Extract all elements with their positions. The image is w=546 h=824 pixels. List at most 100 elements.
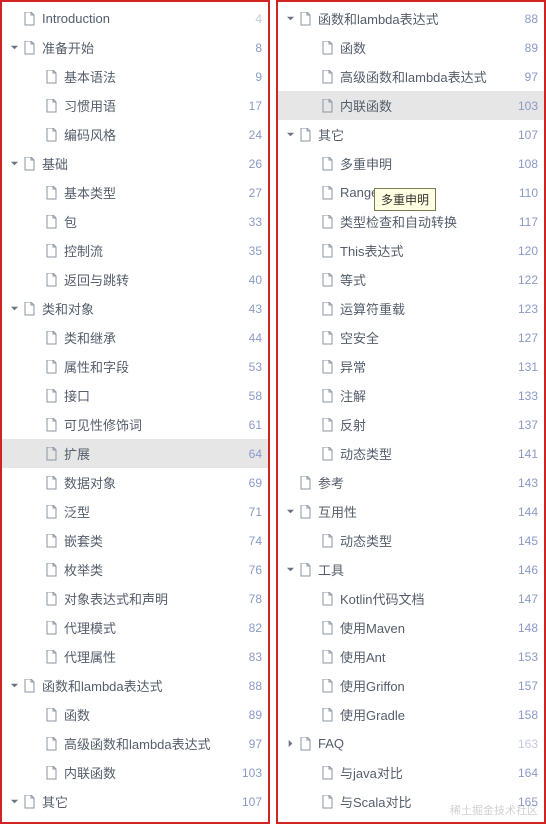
toc-row[interactable]: 准备开始8 bbox=[2, 33, 268, 62]
toc-label: 动态类型 bbox=[340, 444, 510, 463]
toc-row[interactable]: 返回与跳转40 bbox=[2, 265, 268, 294]
arrow-spacer bbox=[284, 477, 296, 489]
toc-row[interactable]: 多重申明108 bbox=[278, 149, 544, 178]
toc-label: 反射 bbox=[340, 415, 510, 434]
toc-row[interactable]: 包33 bbox=[2, 207, 268, 236]
page-icon bbox=[320, 98, 334, 114]
toc-row[interactable]: 嵌套类74 bbox=[2, 526, 268, 555]
page-number: 103 bbox=[234, 766, 262, 780]
toc-row[interactable]: 属性和字段53 bbox=[2, 352, 268, 381]
toc-row[interactable]: 动态类型145 bbox=[278, 526, 544, 555]
page-number: 33 bbox=[241, 215, 262, 229]
toc-row[interactable]: Introduction4 bbox=[2, 4, 268, 33]
toc-row[interactable]: 高级函数和lambda表达式97 bbox=[278, 62, 544, 91]
toc-row[interactable]: 函数89 bbox=[2, 700, 268, 729]
toc-row[interactable]: 异常131 bbox=[278, 352, 544, 381]
toc-row[interactable]: 可见性修饰词61 bbox=[2, 410, 268, 439]
toc-row[interactable]: 高级函数和lambda表达式97 bbox=[2, 729, 268, 758]
toc-label: 高级函数和lambda表达式 bbox=[64, 734, 241, 753]
toc-label: 其它 bbox=[42, 792, 234, 811]
page-number: 58 bbox=[241, 389, 262, 403]
toc-row[interactable]: 习惯用语17 bbox=[2, 91, 268, 120]
chevron-down-icon[interactable] bbox=[284, 13, 296, 25]
toc-row[interactable]: 与Scala对比165 bbox=[278, 787, 544, 816]
page-icon bbox=[298, 127, 312, 143]
toc-row[interactable]: 枚举类76 bbox=[2, 555, 268, 584]
toc-row[interactable]: 内联函数103 bbox=[278, 91, 544, 120]
chevron-down-icon[interactable] bbox=[8, 158, 20, 170]
page-number: 143 bbox=[510, 476, 538, 490]
toc-row[interactable]: 接口58 bbox=[2, 381, 268, 410]
toc-row[interactable]: 基础26 bbox=[2, 149, 268, 178]
page-number: 78 bbox=[241, 592, 262, 606]
arrow-spacer bbox=[30, 535, 42, 547]
tooltip: 多重申明 bbox=[374, 188, 436, 211]
toc-row[interactable]: 使用Ant153 bbox=[278, 642, 544, 671]
toc-row[interactable]: Kotlin代码文档147 bbox=[278, 584, 544, 613]
chevron-down-icon[interactable] bbox=[284, 129, 296, 141]
page-icon bbox=[44, 359, 58, 375]
toc-row[interactable]: 代理属性83 bbox=[2, 642, 268, 671]
chevron-down-icon[interactable] bbox=[8, 42, 20, 54]
toc-row[interactable]: 编码风格24 bbox=[2, 120, 268, 149]
toc-row[interactable]: 代理模式82 bbox=[2, 613, 268, 642]
toc-label: 高级函数和lambda表达式 bbox=[340, 67, 517, 86]
page-icon bbox=[44, 330, 58, 346]
toc-row[interactable]: 反射137 bbox=[278, 410, 544, 439]
toc-row[interactable]: 类和对象43 bbox=[2, 294, 268, 323]
chevron-down-icon[interactable] bbox=[8, 303, 20, 315]
chevron-down-icon[interactable] bbox=[284, 506, 296, 518]
toc-row[interactable]: 泛型71 bbox=[2, 497, 268, 526]
page-icon bbox=[320, 678, 334, 694]
toc-row[interactable]: 使用Gradle158 bbox=[278, 700, 544, 729]
page-icon bbox=[44, 98, 58, 114]
page-icon bbox=[44, 533, 58, 549]
page-number: 88 bbox=[517, 12, 538, 26]
toc-row[interactable]: 函数89 bbox=[278, 33, 544, 62]
toc-row[interactable]: 类和继承44 bbox=[2, 323, 268, 352]
toc-row[interactable]: 类型检查和自动转换117 bbox=[278, 207, 544, 236]
page-icon bbox=[298, 11, 312, 27]
toc-row[interactable]: 使用Maven148 bbox=[278, 613, 544, 642]
page-icon bbox=[320, 417, 334, 433]
page-number: 108 bbox=[510, 157, 538, 171]
toc-row[interactable]: 内联函数103 bbox=[2, 758, 268, 787]
toc-label: 泛型 bbox=[64, 502, 241, 521]
chevron-down-icon[interactable] bbox=[284, 564, 296, 576]
toc-row[interactable]: 其它107 bbox=[2, 787, 268, 816]
toc-row[interactable]: 使用Griffon157 bbox=[278, 671, 544, 700]
toc-row[interactable]: 基本类型27 bbox=[2, 178, 268, 207]
toc-row[interactable]: 空安全127 bbox=[278, 323, 544, 352]
toc-row[interactable]: FAQ163 bbox=[278, 729, 544, 758]
toc-row[interactable]: 等式122 bbox=[278, 265, 544, 294]
toc-row[interactable]: 基本语法9 bbox=[2, 62, 268, 91]
chevron-down-icon[interactable] bbox=[8, 796, 20, 808]
toc-row[interactable]: 数据对象69 bbox=[2, 468, 268, 497]
toc-row[interactable]: 工具146 bbox=[278, 555, 544, 584]
page-icon bbox=[320, 591, 334, 607]
toc-row[interactable]: 函数和lambda表达式88 bbox=[278, 4, 544, 33]
toc-row[interactable]: 互用性144 bbox=[278, 497, 544, 526]
arrow-spacer bbox=[30, 390, 42, 402]
page-number: 123 bbox=[510, 302, 538, 316]
toc-row[interactable]: 与java对比164 bbox=[278, 758, 544, 787]
page-number: 17 bbox=[241, 99, 262, 113]
toc-row[interactable]: 参考143 bbox=[278, 468, 544, 497]
page-number: 127 bbox=[510, 331, 538, 345]
toc-row[interactable]: 对象表达式和声明78 bbox=[2, 584, 268, 613]
toc-row[interactable]: 扩展64 bbox=[2, 439, 268, 468]
toc-label: 互用性 bbox=[318, 502, 510, 521]
toc-row[interactable]: 其它107 bbox=[278, 120, 544, 149]
toc-row[interactable]: 函数和lambda表达式88 bbox=[2, 671, 268, 700]
toc-row[interactable]: This表达式120 bbox=[278, 236, 544, 265]
toc-row[interactable]: 动态类型141 bbox=[278, 439, 544, 468]
toc-label: 包 bbox=[64, 212, 241, 231]
toc-label: 返回与跳转 bbox=[64, 270, 241, 289]
page-icon bbox=[320, 446, 334, 462]
chevron-down-icon[interactable] bbox=[8, 680, 20, 692]
chevron-right-icon[interactable] bbox=[284, 738, 296, 750]
toc-row[interactable]: 注解133 bbox=[278, 381, 544, 410]
toc-row[interactable]: 控制流35 bbox=[2, 236, 268, 265]
toc-row[interactable]: 运算符重载123 bbox=[278, 294, 544, 323]
page-icon bbox=[320, 330, 334, 346]
